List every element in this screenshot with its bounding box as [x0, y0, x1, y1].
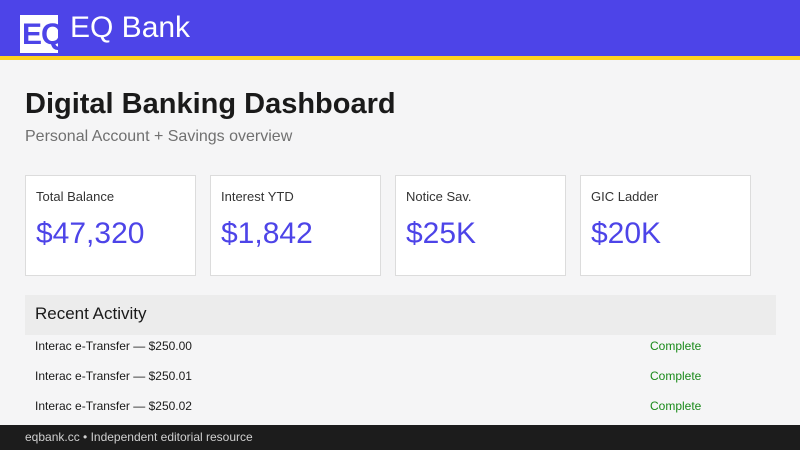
activity-description: Interac e-Transfer — $250.01	[35, 369, 192, 383]
status-badge: Complete	[650, 369, 702, 383]
activity-row[interactable]: Interac e-Transfer — $250.02 Complete	[25, 391, 776, 421]
brand-name[interactable]: EQ Bank	[70, 11, 190, 45]
card-interest-ytd: Interest YTD $1,842	[210, 175, 381, 276]
card-value: $20K	[591, 217, 662, 250]
recent-activity-title: Recent Activity	[35, 304, 147, 323]
top-header: EQ EQ Bank	[0, 0, 800, 60]
page-title: Digital Banking Dashboard	[25, 88, 396, 120]
activity-row[interactable]: Interac e-Transfer — $250.00 Complete	[25, 331, 776, 361]
activity-description: Interac e-Transfer — $250.02	[35, 399, 192, 413]
footer-text: eqbank.cc • Independent editorial resour…	[25, 430, 253, 444]
card-gic-ladder: GIC Ladder $20K	[580, 175, 751, 276]
card-label: GIC Ladder	[591, 189, 659, 204]
recent-activity-header: Recent Activity	[25, 295, 776, 335]
logo-text: EQ	[22, 18, 58, 51]
activity-row[interactable]: Interac e-Transfer — $250.01 Complete	[25, 361, 776, 391]
status-badge: Complete	[650, 339, 702, 353]
eq-logo[interactable]: EQ	[20, 15, 58, 53]
card-label: Total Balance	[36, 189, 115, 204]
status-badge: Complete	[650, 399, 702, 413]
page: EQ EQ Bank Digital Banking Dashboard Per…	[0, 0, 800, 450]
footer: eqbank.cc • Independent editorial resour…	[0, 425, 800, 450]
card-value: $47,320	[36, 217, 145, 250]
card-value: $1,842	[221, 217, 313, 250]
card-label: Notice Sav.	[406, 189, 472, 204]
activity-description: Interac e-Transfer — $250.00	[35, 339, 192, 353]
card-notice-savings: Notice Sav. $25K	[395, 175, 566, 276]
card-total-balance: Total Balance $47,320	[25, 175, 196, 276]
card-value: $25K	[406, 217, 477, 250]
card-label: Interest YTD	[221, 189, 294, 204]
page-subtitle: Personal Account + Savings overview	[25, 128, 293, 145]
